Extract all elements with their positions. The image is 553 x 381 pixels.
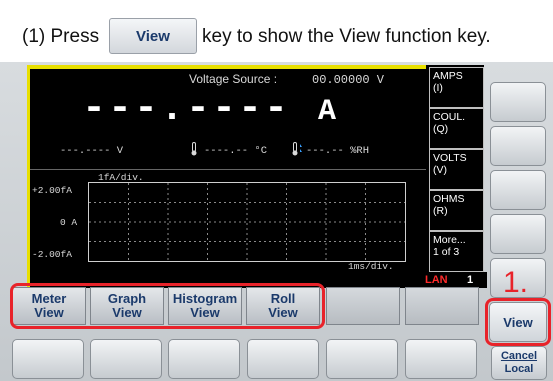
voltage-source-value: 00.00000 V bbox=[312, 73, 385, 87]
softkey-highlight-box bbox=[10, 283, 325, 329]
menu-item-more[interactable]: More... 1 of 3 bbox=[429, 231, 484, 272]
menu-item-label: VOLTS bbox=[433, 152, 467, 164]
menu-item-sublabel: (I) bbox=[433, 82, 443, 94]
step-marker: 1. bbox=[503, 266, 529, 299]
main-reading: ---.---- bbox=[82, 87, 291, 132]
menu-item-label: OHMS bbox=[433, 193, 465, 205]
side-key-2[interactable] bbox=[490, 126, 546, 166]
y-label-mid: 0 A bbox=[60, 217, 78, 228]
menu-item-label: COUL. bbox=[433, 111, 466, 123]
instruction-line: (1) Press View key to show the View func… bbox=[22, 18, 542, 54]
side-key-3[interactable] bbox=[490, 170, 546, 210]
graph-plot bbox=[88, 182, 406, 262]
softkey-blank-6[interactable] bbox=[405, 287, 479, 325]
menu-item-label: AMPS bbox=[433, 70, 463, 82]
menu-item-label: More... bbox=[433, 234, 466, 246]
menu-item-amps[interactable]: AMPS (I) bbox=[429, 67, 484, 108]
menu-item-ohms[interactable]: OHMS (R) bbox=[429, 190, 484, 231]
menu-item-coulombs[interactable]: COUL. (Q) bbox=[429, 108, 484, 149]
instruction-text-before: (1) Press bbox=[22, 26, 100, 47]
menu-item-sublabel: (V) bbox=[433, 164, 447, 176]
main-unit: A bbox=[318, 95, 337, 129]
menu-item-sublabel: 1 of 3 bbox=[433, 246, 460, 258]
graph-grid bbox=[89, 183, 405, 261]
softkey-blank-5[interactable] bbox=[326, 287, 400, 325]
side-key-4[interactable] bbox=[490, 214, 546, 254]
lan-indicator: LAN bbox=[425, 274, 448, 286]
y-label-bottom: -2.00fA bbox=[32, 249, 72, 260]
function-menu: AMPS (I) COUL. (Q) VOLTS (V) OHMS (R) Mo… bbox=[426, 65, 487, 272]
local-label: Local bbox=[504, 363, 534, 375]
bottom-key-4[interactable] bbox=[247, 339, 319, 379]
bottom-key-5[interactable] bbox=[326, 339, 398, 379]
instruction-text-after: key to show the View function key. bbox=[202, 26, 491, 47]
cancel-label: Cancel bbox=[500, 350, 538, 362]
temperature-reading: ----.-- °C bbox=[204, 145, 268, 157]
bottom-key-1[interactable] bbox=[12, 339, 84, 379]
humidity-icon bbox=[292, 142, 302, 156]
view-key-highlight bbox=[485, 298, 551, 346]
display-screen: Voltage Source : 00.00000 V ---.---- A -… bbox=[27, 65, 487, 288]
lan-number: 1 bbox=[467, 274, 474, 286]
y-label-top: +2.00fA bbox=[32, 185, 72, 196]
screen-top-border bbox=[30, 65, 426, 69]
cancel-local-key[interactable]: Cancel Local bbox=[491, 346, 547, 380]
voltage-source-label: Voltage Source : bbox=[189, 72, 278, 86]
side-key-1[interactable] bbox=[490, 82, 546, 122]
menu-item-sublabel: (Q) bbox=[433, 123, 449, 135]
bottom-key-6[interactable] bbox=[405, 339, 477, 379]
humidity-reading: ---.-- %RH bbox=[306, 145, 370, 157]
x-scale-label: 1ms/div. bbox=[348, 261, 394, 272]
thermometer-icon bbox=[190, 142, 198, 156]
menu-item-volts[interactable]: VOLTS (V) bbox=[429, 149, 484, 190]
inline-view-key-image: View bbox=[109, 18, 197, 54]
secondary-voltage: ---.---- V bbox=[60, 145, 124, 157]
bottom-key-2[interactable] bbox=[90, 339, 162, 379]
bottom-key-3[interactable] bbox=[168, 339, 240, 379]
menu-item-sublabel: (R) bbox=[433, 205, 448, 217]
